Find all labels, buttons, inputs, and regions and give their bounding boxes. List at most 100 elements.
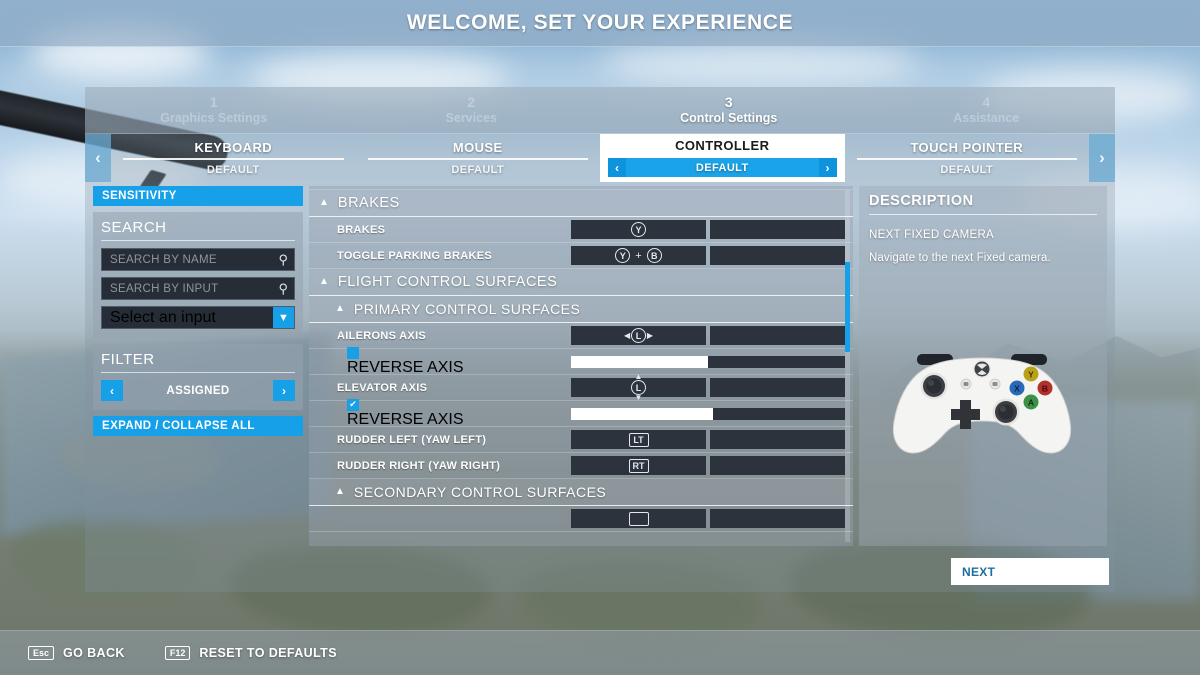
group-header-brakes[interactable]: ▲ BRAKES bbox=[309, 190, 853, 217]
expand-collapse-all-button[interactable]: EXPAND / COLLAPSE ALL bbox=[93, 416, 303, 436]
sensitivity-button[interactable]: SENSITIVITY bbox=[93, 186, 303, 206]
tab-mouse[interactable]: MOUSE DEFAULT bbox=[356, 134, 601, 182]
binding-cell-primary[interactable]: ◀ L ▶ bbox=[571, 326, 706, 345]
table-row[interactable]: BRAKES Y bbox=[309, 217, 853, 243]
step-number: 2 bbox=[467, 94, 476, 110]
table-row[interactable] bbox=[309, 506, 853, 532]
settings-panel: 1 Graphics Settings 2 Services 3 Control… bbox=[85, 87, 1115, 592]
gamepad-right-trigger-icon: RT bbox=[628, 458, 649, 473]
search-by-name-field[interactable]: SEARCH BY NAME ⚲ bbox=[101, 248, 295, 271]
sensitivity-label: SENSITIVITY bbox=[102, 190, 177, 202]
table-row[interactable]: RUDDER LEFT (YAW LEFT) LT bbox=[309, 427, 853, 453]
description-text: Navigate to the next Fixed camera. bbox=[869, 252, 1051, 264]
bindings-list[interactable]: B ▲ BRAKES BRAKES Y TOGGLE PA bbox=[309, 186, 853, 546]
gamepad-left-trigger-icon: LT bbox=[628, 432, 649, 447]
reverse-axis-checkbox[interactable] bbox=[347, 346, 359, 359]
search-section: SEARCH SEARCH BY NAME ⚲ SEARCH BY INPUT … bbox=[93, 212, 303, 338]
binding-cell-secondary[interactable] bbox=[710, 430, 845, 449]
binding-cell-secondary[interactable] bbox=[710, 246, 845, 265]
footer-action-reset-to-defaults[interactable]: F12 RESET TO DEFAULTS bbox=[164, 646, 337, 660]
axis-slider[interactable] bbox=[571, 355, 845, 368]
preset-next-icon[interactable]: › bbox=[818, 158, 837, 177]
step-number: 3 bbox=[724, 94, 733, 110]
filter-control: ‹ ASSIGNED › bbox=[101, 380, 295, 401]
binding-cell-primary[interactable]: Y bbox=[571, 220, 706, 239]
binding-cell-secondary[interactable] bbox=[710, 220, 845, 239]
svg-text:Y: Y bbox=[1028, 370, 1034, 380]
list-scrollbar-thumb[interactable] bbox=[845, 262, 850, 352]
binding-cell-secondary[interactable] bbox=[710, 456, 845, 475]
chevron-up-icon: ▲ bbox=[319, 197, 329, 208]
description-panel: DESCRIPTION NEXT FIXED CAMERA Navigate t… bbox=[859, 186, 1107, 546]
table-row[interactable]: ELEVATOR AXIS ▲ L ▼ bbox=[309, 373, 853, 402]
chevron-up-icon: ▲ bbox=[319, 276, 329, 287]
page-header: WELCOME, SET YOUR EXPERIENCE bbox=[0, 0, 1200, 47]
table-row[interactable]: AILERONS AXIS ◀ L ▶ bbox=[309, 323, 853, 349]
gamepad-button-icon bbox=[628, 511, 649, 526]
preset-prev-icon[interactable]: ‹ bbox=[608, 158, 626, 177]
description-title: DESCRIPTION bbox=[869, 193, 1097, 215]
search-by-input-placeholder: SEARCH BY INPUT bbox=[110, 282, 219, 295]
filter-section: FILTER ‹ ASSIGNED › bbox=[93, 344, 303, 410]
wizard-step-assistance[interactable]: 4 Assistance bbox=[858, 87, 1116, 133]
group-header-primary-control-surfaces[interactable]: ▲ PRIMARY CONTROL SURFACES bbox=[309, 296, 853, 323]
search-by-input-field[interactable]: SEARCH BY INPUT ⚲ bbox=[101, 277, 295, 300]
group-header-secondary-control-surfaces[interactable]: ▲ SECONDARY CONTROL SURFACES bbox=[309, 479, 853, 506]
row-label: REVERSE AXIS bbox=[347, 358, 464, 376]
step-label: Assistance bbox=[953, 111, 1020, 125]
gamepad-button-y-icon: Y bbox=[615, 248, 631, 263]
binding-cell-secondary[interactable] bbox=[710, 509, 845, 528]
wizard-step-services[interactable]: 2 Services bbox=[343, 87, 601, 133]
next-button-label: NEXT bbox=[962, 564, 996, 579]
footer-action-go-back[interactable]: Esc GO BACK bbox=[28, 646, 125, 660]
tab-underline bbox=[123, 158, 344, 160]
reverse-axis-checkbox[interactable] bbox=[347, 398, 359, 411]
tab-label: KEYBOARD bbox=[194, 139, 273, 155]
table-row[interactable]: TOGGLE PARKING BRAKES Y + B bbox=[309, 243, 853, 269]
tab-controller[interactable]: CONTROLLER ‹ DEFAULT › bbox=[600, 134, 845, 182]
search-icon: ⚲ bbox=[278, 251, 288, 267]
table-row-reverse-axis[interactable]: REVERSE AXIS bbox=[309, 346, 853, 376]
chevron-left-icon[interactable]: ‹ bbox=[85, 134, 111, 182]
search-icon: ⚲ bbox=[278, 280, 288, 296]
step-label: Control Settings bbox=[680, 111, 778, 125]
binding-cell-secondary[interactable] bbox=[710, 326, 845, 345]
row-label: BRAKES bbox=[337, 223, 386, 236]
binding-cell-primary[interactable]: ▲ L ▼ bbox=[571, 373, 706, 402]
binding-cell-primary[interactable]: LT bbox=[571, 430, 706, 449]
list-scrollbar-track[interactable] bbox=[845, 190, 850, 542]
chevron-right-icon[interactable]: › bbox=[1089, 134, 1115, 182]
tab-touch-pointer[interactable]: TOUCH POINTER DEFAULT bbox=[845, 134, 1090, 182]
filter-prev-icon[interactable]: ‹ bbox=[101, 380, 123, 401]
tab-keyboard[interactable]: KEYBOARD DEFAULT bbox=[111, 134, 356, 182]
select-input-dropdown[interactable]: Select an input ▼ bbox=[101, 306, 295, 329]
binding-cell-secondary[interactable] bbox=[710, 378, 845, 397]
tab-preset: DEFAULT bbox=[695, 161, 749, 174]
preset-selector: ‹ DEFAULT › bbox=[608, 158, 837, 177]
filter-next-icon[interactable]: › bbox=[273, 380, 295, 401]
step-number: 1 bbox=[209, 94, 218, 110]
expand-collapse-label: EXPAND / COLLAPSE ALL bbox=[102, 420, 255, 432]
wizard-step-graphics-settings[interactable]: 1 Graphics Settings bbox=[85, 87, 343, 133]
xbox-controller-image: Y X B A bbox=[892, 354, 1072, 454]
axis-slider[interactable] bbox=[571, 407, 845, 420]
axis-slider-fill bbox=[571, 355, 708, 368]
filter-title: FILTER bbox=[101, 351, 295, 373]
row-label: RUDDER RIGHT (YAW RIGHT) bbox=[337, 459, 501, 472]
device-tabs: ‹ KEYBOARD DEFAULT MOUSE DEFAULT CONTROL… bbox=[85, 134, 1115, 182]
search-title: SEARCH bbox=[101, 219, 295, 241]
binding-cell-primary[interactable]: Y + B bbox=[571, 246, 706, 265]
binding-cell-primary[interactable] bbox=[571, 509, 706, 528]
next-button[interactable]: NEXT bbox=[951, 558, 1109, 585]
description-subject: NEXT FIXED CAMERA bbox=[869, 229, 995, 241]
wizard-step-control-settings[interactable]: 3 Control Settings bbox=[600, 87, 858, 133]
svg-text:X: X bbox=[1014, 384, 1020, 394]
table-row[interactable]: RUDDER RIGHT (YAW RIGHT) RT bbox=[309, 453, 853, 479]
binding-cell-primary[interactable]: RT bbox=[571, 456, 706, 475]
select-input-value: Select an input bbox=[110, 308, 216, 326]
page-title: WELCOME, SET YOUR EXPERIENCE bbox=[406, 11, 794, 34]
step-number: 4 bbox=[982, 94, 991, 110]
chevron-down-icon[interactable]: ▼ bbox=[273, 307, 294, 328]
group-header-flight-control-surfaces[interactable]: ▲ FLIGHT CONTROL SURFACES bbox=[309, 269, 853, 296]
table-row-reverse-axis[interactable]: REVERSE AXIS bbox=[309, 398, 853, 428]
